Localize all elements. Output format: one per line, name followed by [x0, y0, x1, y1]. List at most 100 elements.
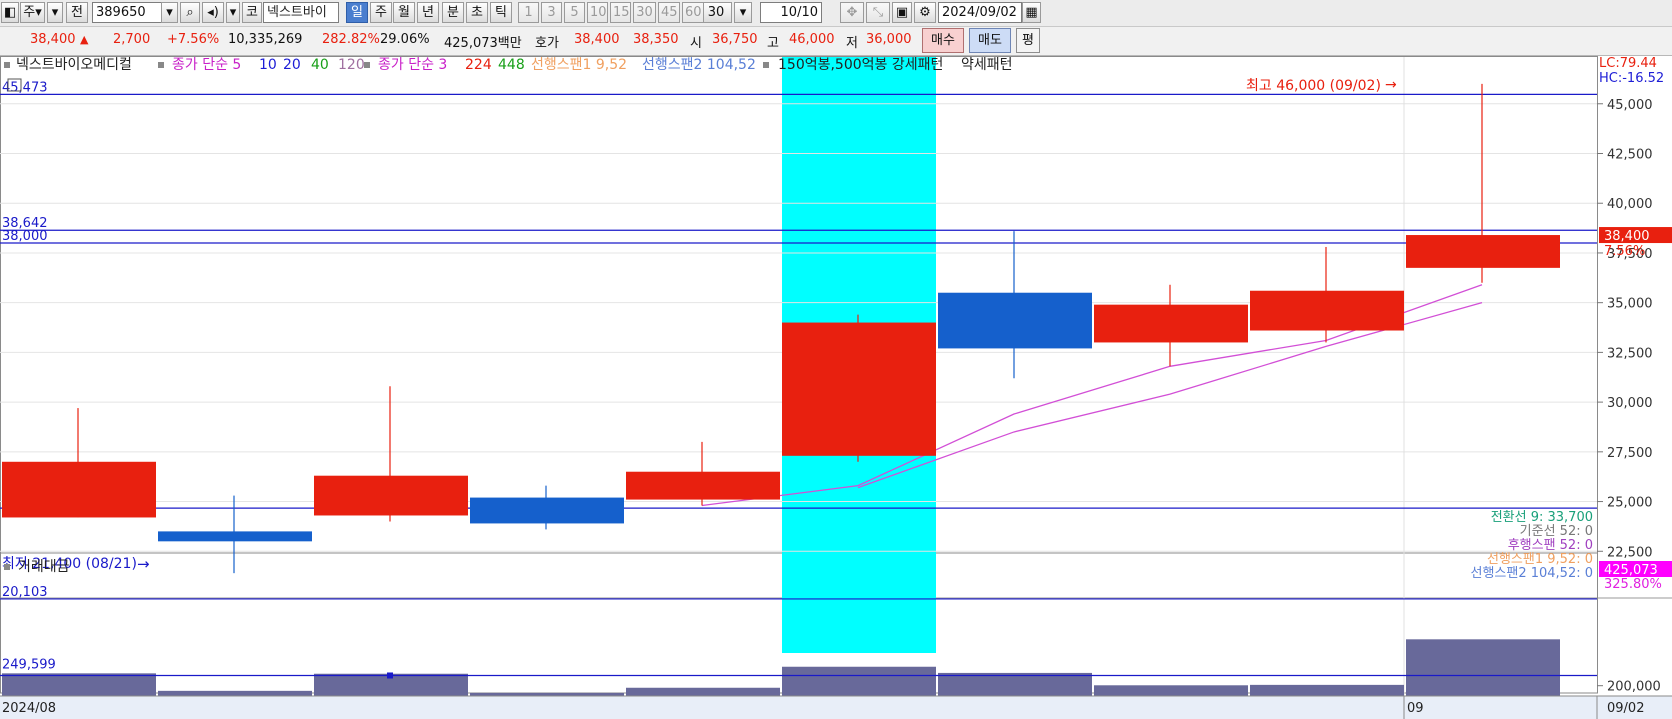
legend-ma5-label: 종가 단순 5: [172, 57, 241, 73]
speaker-icon[interactable]: ◂): [202, 2, 224, 23]
up-arrow-icon: ▲: [80, 33, 89, 46]
volume-bar: [938, 672, 1092, 696]
tick-button[interactable]: 10: [587, 2, 608, 23]
tick-button[interactable]: 15: [610, 2, 631, 23]
main-button[interactable]: 주▾: [20, 2, 45, 23]
period-tab[interactable]: 틱: [490, 2, 512, 23]
candle-body: [158, 531, 312, 542]
legend-marker: [158, 62, 164, 68]
dropdown-button[interactable]: ▾: [47, 2, 63, 23]
y-tick-label: 22,500: [1607, 545, 1653, 560]
prev-button[interactable]: 전: [66, 2, 88, 23]
candle-body: [470, 497, 624, 524]
tick-dropdown-button[interactable]: ▾: [734, 2, 752, 23]
bid-price: 38,350: [633, 32, 679, 47]
cursor-icon[interactable]: ⤡: [866, 2, 890, 23]
y-tick-label: 40,000: [1607, 197, 1653, 212]
search-icon[interactable]: ⌕: [180, 2, 200, 23]
y-tick-label: 35,000: [1607, 297, 1653, 312]
tick-button[interactable]: 5: [564, 2, 585, 23]
x-axis-start: 2024/08: [2, 701, 56, 716]
legend-ma3-label: 종가 단순 3: [378, 57, 447, 73]
y-tick-label: 25,000: [1607, 496, 1653, 511]
reference-label: 20,103: [2, 585, 48, 600]
count-field[interactable]: 10/10: [760, 2, 822, 23]
period-tab[interactable]: 분: [442, 2, 464, 23]
ask-price: 38,400: [574, 32, 620, 47]
cross-icon[interactable]: ✥: [840, 2, 864, 23]
volume-ratio: 282.82%: [322, 32, 380, 47]
tick-value-field[interactable]: 30: [700, 2, 732, 23]
volume-y-tick-label: 200,000: [1607, 680, 1661, 695]
date-field[interactable]: 2024/09/02: [938, 2, 1022, 23]
calendar-icon[interactable]: ▦: [1022, 2, 1041, 23]
price-chart[interactable]: 22,50025,00027,50030,00032,50035,00037,5…: [0, 56, 1672, 719]
y-tick-label: 45,000: [1607, 98, 1653, 113]
hc-value: HC:-16.52: [1599, 71, 1664, 86]
volume-bar: [626, 687, 780, 696]
high-label: 고: [767, 36, 779, 51]
ichimoku-label: 선행스팬1 9,52: 0: [1487, 551, 1593, 567]
legend-ma3-period: 448: [498, 57, 525, 73]
layout-icon[interactable]: ◧: [1, 2, 19, 23]
candle-body: [782, 322, 936, 456]
legend-marker: [364, 62, 370, 68]
period-tab[interactable]: 주: [370, 2, 392, 23]
reference-label: 45,473: [2, 80, 48, 95]
reference-label: 38,000: [2, 229, 48, 244]
open-label: 시: [690, 36, 702, 51]
quote-bar: 38,400 ▲ 2,700 +7.56% 10,335,269 282.82%…: [0, 27, 1672, 56]
flat-button[interactable]: 평: [1016, 28, 1040, 53]
quote-label: 호가: [535, 36, 559, 51]
legend-weak: 약세패턴: [961, 57, 1013, 73]
open-price: 36,750: [712, 32, 758, 47]
candle-body: [1406, 235, 1560, 268]
ichimoku-label: 후행스팬 52: 0: [1508, 537, 1593, 553]
low-label: 저: [846, 36, 858, 51]
period-tab[interactable]: 초: [466, 2, 488, 23]
legend-ma5-period: 120: [338, 57, 365, 73]
change-percent: +7.56%: [167, 32, 220, 47]
tick-button[interactable]: 1: [518, 2, 539, 23]
period-tab[interactable]: 일: [346, 2, 368, 23]
save-icon[interactable]: ▣: [892, 2, 912, 23]
y-tick-label: 32,500: [1607, 346, 1653, 361]
stock-name-field[interactable]: 넥스트바이: [263, 2, 339, 23]
volume-bar: [782, 666, 936, 696]
candle-body: [2, 461, 156, 518]
max-arrow-icon: →: [1385, 77, 1397, 93]
code-input[interactable]: 389650: [92, 2, 162, 23]
sell-button[interactable]: 매도: [969, 28, 1011, 53]
y-tick-label: 42,500: [1607, 148, 1653, 163]
ichimoku-label: 선행스팬2 104,52: 0: [1470, 565, 1593, 581]
last-pct-label: 7.56%: [1604, 244, 1645, 259]
volume-bar: [1406, 639, 1560, 696]
volume-reference-label: 249,599: [2, 657, 56, 672]
legend-pattern: 150억봉,500억봉 강세패턴: [778, 57, 943, 73]
buy-button[interactable]: 매수: [922, 28, 964, 53]
min-arrow-icon: →: [137, 555, 150, 573]
ichimoku-label: 전환선 9: 33,700: [1491, 510, 1593, 525]
tick-button[interactable]: 45: [658, 2, 680, 23]
main-label: 주: [23, 5, 36, 20]
toolbar: ◧ 주▾ ▾ 전 389650 ▾ ⌕ ◂) ▾ 코 넥스트바이 30 ▾ 10…: [0, 0, 1672, 27]
ichimoku-label: 기준선 52: 0: [1520, 524, 1593, 539]
chart-area: 22,500 25,000 27,500 30,000 32,500 35,000 37,5…: [0, 56, 1672, 719]
code-dropdown-button[interactable]: ▾: [161, 2, 178, 23]
gear-icon[interactable]: ⚙: [914, 2, 936, 23]
current-price: 38,400: [30, 32, 76, 47]
volume-last-value: 425,073: [1604, 563, 1658, 578]
period-tab[interactable]: 년: [417, 2, 439, 23]
legend-ma5-period: 40: [311, 57, 329, 73]
code-type-button[interactable]: 코: [242, 2, 262, 23]
legend-stock-name: 넥스트바이오메디컬: [16, 57, 132, 73]
tick-button[interactable]: 3: [541, 2, 562, 23]
candle-body: [626, 471, 780, 500]
speaker-dropdown-button[interactable]: ▾: [226, 2, 240, 23]
tick-button[interactable]: 60: [682, 2, 704, 23]
candle-body: [1094, 304, 1248, 343]
tick-button[interactable]: 30: [633, 2, 656, 23]
low-price: 36,000: [866, 32, 912, 47]
period-tab[interactable]: 월: [393, 2, 415, 23]
volume-last-pct: 325.80%: [1604, 577, 1662, 592]
